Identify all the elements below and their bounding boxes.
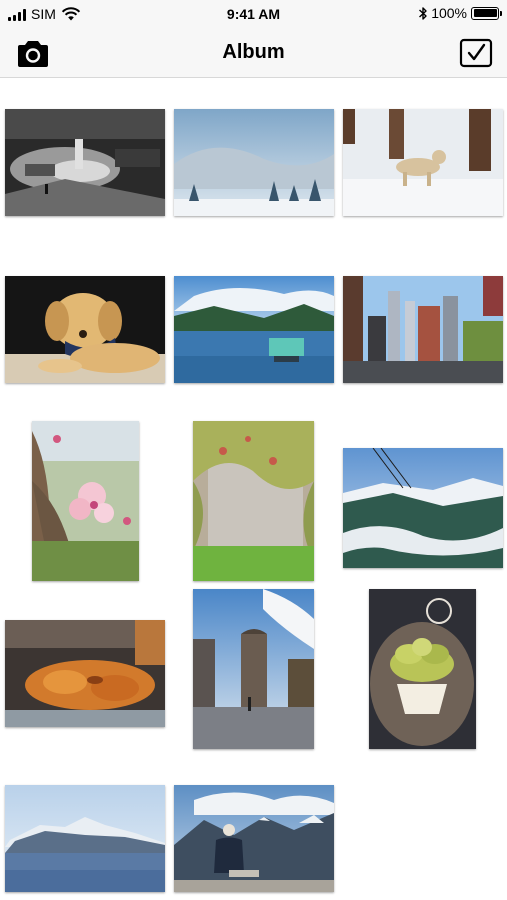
- status-bar: SIM 9:41 AM 100%: [0, 0, 507, 30]
- flatiron-photo: [193, 589, 314, 749]
- photo-thumbnail[interactable]: [343, 276, 503, 383]
- succulent-photo: [369, 589, 476, 749]
- photo-grid: [0, 79, 507, 900]
- blossom-photo: [32, 421, 139, 581]
- photo-thumbnail[interactable]: [343, 109, 503, 216]
- puppy-photo: [5, 276, 165, 383]
- photo-thumbnail[interactable]: [343, 448, 503, 568]
- hiker-photo: [174, 785, 334, 892]
- photo-thumbnail[interactable]: [193, 421, 314, 581]
- navigation-bar: Album: [0, 30, 507, 78]
- photo-thumbnail[interactable]: [32, 421, 139, 581]
- snowy-peaks-photo: [5, 785, 165, 892]
- status-right: 100%: [418, 5, 502, 21]
- mountain-clouds-photo: [343, 448, 503, 568]
- photo-thumbnail[interactable]: [174, 785, 334, 892]
- photo-thumbnail[interactable]: [174, 109, 334, 216]
- ivy-wall-photo: [193, 421, 314, 581]
- photo-thumbnail[interactable]: [193, 589, 314, 749]
- page-title: Album: [222, 41, 285, 63]
- photo-thumbnail[interactable]: [5, 785, 165, 892]
- photo-thumbnail[interactable]: [5, 109, 165, 216]
- garden-photo: [5, 109, 165, 216]
- pastries-photo: [5, 620, 165, 727]
- photo-thumbnail[interactable]: [5, 620, 165, 727]
- photo-thumbnail[interactable]: [5, 276, 165, 383]
- dog-snow-photo: [343, 109, 503, 216]
- battery-level: [473, 9, 497, 17]
- select-checkbox-icon[interactable]: [459, 38, 493, 68]
- misty-forest-photo: [174, 109, 334, 216]
- photo-thumbnail[interactable]: [174, 276, 334, 383]
- bluetooth-icon: [419, 6, 427, 20]
- photo-thumbnail[interactable]: [369, 589, 476, 749]
- city-street-photo: [343, 276, 503, 383]
- battery-percent: 100%: [431, 5, 467, 21]
- lake-house-photo: [174, 276, 334, 383]
- battery-icon: [471, 6, 502, 20]
